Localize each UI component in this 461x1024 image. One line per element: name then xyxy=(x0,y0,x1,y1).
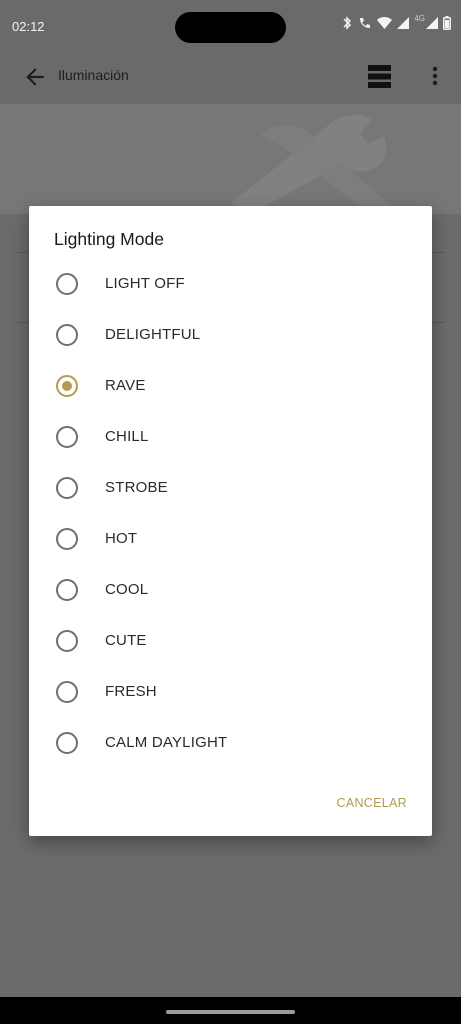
radio-button[interactable] xyxy=(56,324,78,346)
option-chill[interactable]: CHILL xyxy=(29,413,432,461)
option-label: RAVE xyxy=(105,377,146,394)
wifi-icon xyxy=(377,16,393,29)
cancel-button[interactable]: CANCELAR xyxy=(331,788,421,818)
status-bar: 02:12 4G xyxy=(0,0,461,52)
radio-button[interactable] xyxy=(56,579,78,601)
radio-button[interactable] xyxy=(56,630,78,652)
status-time: 02:12 xyxy=(12,19,45,34)
camera-cutout xyxy=(175,12,286,43)
option-strobe[interactable]: STROBE xyxy=(29,464,432,512)
option-label: CUTE xyxy=(105,632,147,649)
page-title: Iluminación xyxy=(58,67,129,83)
radio-button[interactable] xyxy=(56,273,78,295)
header-image xyxy=(0,104,461,214)
bluetooth-icon xyxy=(343,16,352,30)
radio-button[interactable] xyxy=(56,732,78,754)
option-label: STROBE xyxy=(105,479,168,496)
option-fresh[interactable]: FRESH xyxy=(29,668,432,716)
wrench-graphic xyxy=(230,115,400,214)
radio-button[interactable] xyxy=(56,681,78,703)
option-calm-daylight[interactable]: CALM DAYLIGHT xyxy=(29,719,432,767)
signal-icon xyxy=(426,17,438,29)
network-type-label: 4G xyxy=(414,13,425,23)
option-label: FRESH xyxy=(105,683,157,700)
option-label: HOT xyxy=(105,530,138,547)
signal-icon xyxy=(397,17,410,29)
lighting-mode-dialog: Lighting Mode LIGHT OFF DELIGHTFUL RAVE … xyxy=(29,206,432,836)
option-cute[interactable]: CUTE xyxy=(29,617,432,665)
option-cool[interactable]: COOL xyxy=(29,566,432,614)
dialog-title: Lighting Mode xyxy=(54,229,164,249)
wifi-calling-icon xyxy=(360,18,371,28)
option-label: LIGHT OFF xyxy=(105,275,185,292)
option-delightful[interactable]: DELIGHTFUL xyxy=(29,311,432,359)
radio-button-selected[interactable] xyxy=(56,375,78,397)
navigation-bar xyxy=(0,997,461,1024)
option-light-off[interactable]: LIGHT OFF xyxy=(29,260,432,308)
option-label: DELIGHTFUL xyxy=(105,326,201,343)
radio-button[interactable] xyxy=(56,528,78,550)
app-bar: Iluminación xyxy=(0,52,461,104)
option-label: CALM DAYLIGHT xyxy=(105,734,228,751)
arrow-left-icon[interactable] xyxy=(22,64,48,90)
more-vert-icon[interactable] xyxy=(428,65,442,91)
radio-button[interactable] xyxy=(56,477,78,499)
battery-icon xyxy=(443,16,451,30)
option-label: COOL xyxy=(105,581,149,598)
option-rave[interactable]: RAVE xyxy=(29,362,432,410)
option-label: CHILL xyxy=(105,428,149,445)
view-agenda-icon[interactable] xyxy=(368,65,391,88)
option-hot[interactable]: HOT xyxy=(29,515,432,563)
radio-button[interactable] xyxy=(56,426,78,448)
home-gesture-handle[interactable] xyxy=(166,1010,295,1014)
status-icons: 4G xyxy=(341,13,451,30)
